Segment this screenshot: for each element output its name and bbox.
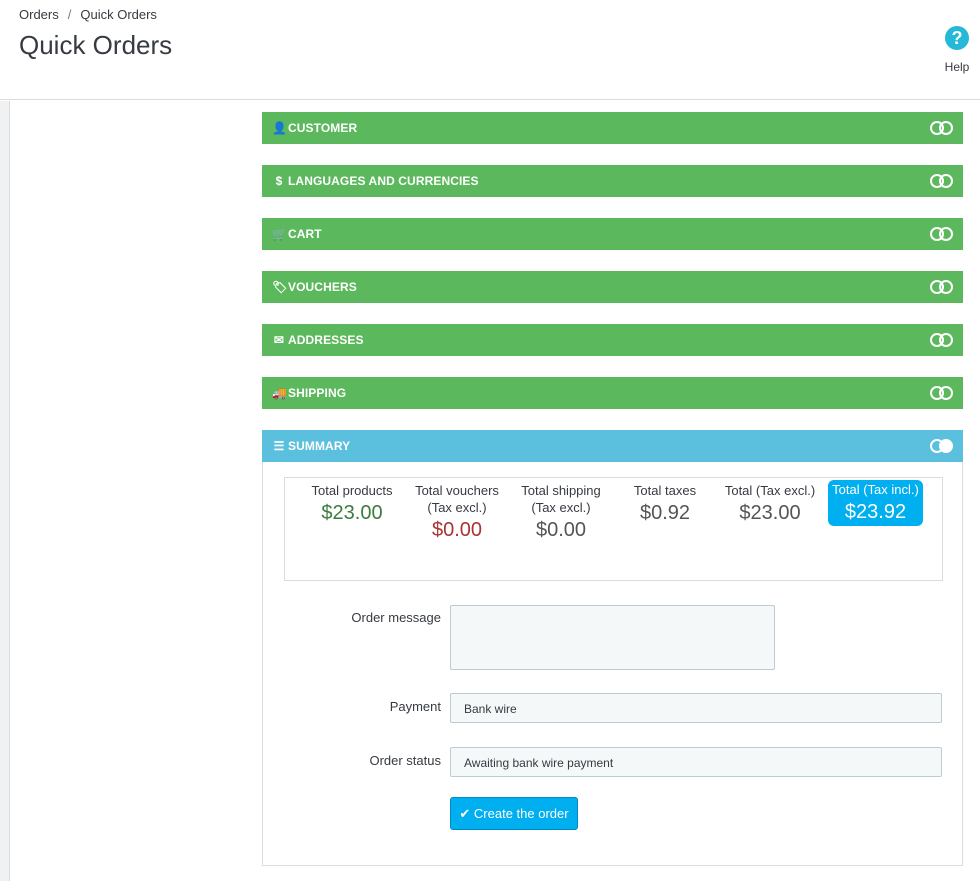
total-label: Total (Tax excl.) (724, 483, 816, 498)
section-label: SUMMARY (288, 439, 351, 453)
section-summary[interactable]: ☰ SUMMARY (262, 430, 963, 462)
breadcrumb-orders-link[interactable]: Orders (19, 7, 59, 22)
order-status-select[interactable]: Awaiting bank wire payment (450, 747, 942, 777)
truck-icon: 🚚 (272, 386, 288, 400)
order-status-label: Order status (369, 753, 441, 768)
section-addresses[interactable]: ✉ ADDRESSES (262, 324, 963, 356)
order-message-field[interactable] (450, 605, 775, 670)
total-value: $0.00 (535, 519, 587, 541)
order-status-value: Awaiting bank wire payment (464, 756, 614, 770)
total-label: Total (Tax incl.) (832, 482, 919, 497)
help-label: Help (944, 60, 970, 74)
dollar-icon: $ (275, 174, 283, 188)
toggle-icon[interactable] (930, 227, 953, 241)
total-tax-incl: Total (Tax incl.) $23.92 (828, 480, 923, 526)
toggle-icon[interactable] (930, 439, 953, 453)
total-value: $0.00 (431, 519, 483, 541)
create-order-label: Create the order (473, 806, 569, 821)
left-sidebar-strip (0, 101, 10, 881)
section-languages-currencies[interactable]: $ LANGUAGES AND CURRENCIES (262, 165, 963, 197)
total-value: $0.92 (639, 502, 691, 524)
page-header: Orders / Quick Orders Quick Orders ? Help (0, 0, 980, 100)
payment-value: Bank wire (464, 702, 517, 716)
total-label: Total shipping (521, 483, 601, 498)
payment-field[interactable]: Bank wire (450, 693, 942, 723)
section-label: SHIPPING (288, 386, 347, 400)
help-button[interactable]: ? Help (940, 26, 974, 74)
breadcrumb-separator: / (67, 7, 72, 22)
total-label: Total products (311, 483, 393, 498)
total-sublabel: (Tax excl.) (427, 500, 487, 515)
cart-icon: 🛒 (272, 227, 288, 241)
total-value: $23.92 (844, 501, 907, 523)
breadcrumb-current: Quick Orders (80, 7, 157, 22)
total-label: Total vouchers (415, 483, 499, 498)
toggle-icon[interactable] (930, 174, 953, 188)
toggle-icon[interactable] (930, 280, 953, 294)
total-shipping: Total shipping (Tax excl.) $0.00 (509, 482, 613, 543)
envelope-icon: ✉ (273, 333, 285, 347)
section-cart[interactable]: 🛒CART (262, 218, 963, 250)
toggle-icon[interactable] (930, 386, 953, 400)
section-customer[interactable]: 👤CUSTOMER (262, 112, 963, 144)
section-label: CART (288, 227, 322, 241)
section-label: VOUCHERS (288, 280, 357, 294)
total-taxes: Total taxes $0.92 (613, 482, 717, 526)
user-icon: 👤 (272, 121, 288, 135)
total-value: $23.00 (739, 502, 801, 524)
total-value: $23.00 (321, 502, 383, 524)
section-label: ADDRESSES (288, 333, 364, 347)
total-sublabel: (Tax excl.) (531, 500, 591, 515)
section-label: LANGUAGES AND CURRENCIES (288, 174, 479, 188)
order-message-label: Order message (351, 610, 441, 625)
toggle-icon[interactable] (930, 121, 953, 135)
totals-box: Total products $23.00 Total vouchers (Ta… (284, 477, 943, 581)
section-label: CUSTOMER (288, 121, 358, 135)
tag-icon: 🏷 (272, 280, 288, 294)
summary-panel: Total products $23.00 Total vouchers (Ta… (262, 462, 963, 866)
total-products: Total products $23.00 (300, 482, 404, 526)
payment-label: Payment (389, 699, 441, 714)
total-tax-excl: Total (Tax excl.) $23.00 (718, 482, 822, 526)
check-icon: ✔ (459, 806, 471, 821)
total-vouchers: Total vouchers (Tax excl.) $0.00 (405, 482, 509, 543)
question-icon: ? (945, 26, 969, 50)
create-order-button[interactable]: ✔ Create the order (450, 797, 578, 830)
list-icon: ☰ (273, 439, 285, 453)
breadcrumb: Orders / Quick Orders (19, 7, 157, 22)
toggle-icon[interactable] (930, 333, 953, 347)
section-shipping[interactable]: 🚚SHIPPING (262, 377, 963, 409)
section-vouchers[interactable]: 🏷VOUCHERS (262, 271, 963, 303)
page-title: Quick Orders (19, 30, 173, 60)
total-label: Total taxes (633, 483, 697, 498)
